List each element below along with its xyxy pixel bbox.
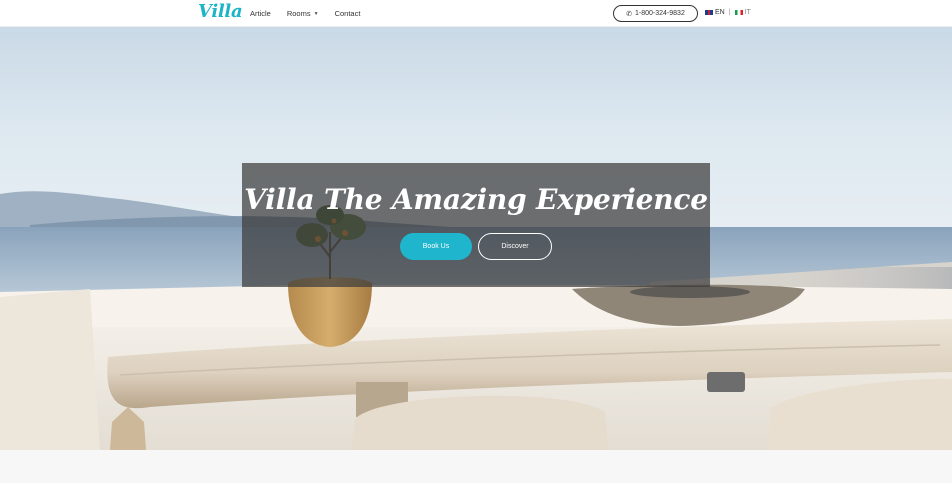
hero-section: Villa The Amazing Experience Book Us Dis… (0, 27, 952, 450)
menu-item-label: Rooms (286, 9, 311, 18)
phone-icon: ✆ (626, 10, 633, 18)
menu-item-label: Article (250, 9, 271, 18)
language-en[interactable]: EN (705, 9, 725, 16)
content-section-start (0, 450, 952, 483)
language-separator: | (728, 9, 731, 16)
language-switcher: EN | IT (705, 9, 751, 16)
menu-item-contact[interactable]: Contact (335, 9, 361, 18)
hero-overlay-box: Villa The Amazing Experience Book Us Dis… (242, 163, 710, 287)
language-label: IT (744, 9, 751, 16)
italy-flag-icon (734, 9, 743, 15)
discover-button[interactable]: Discover (478, 233, 552, 260)
phone-number: 1-800-324-9832 (635, 10, 685, 17)
phone-button[interactable]: ✆ 1-800-324-9832 (613, 5, 698, 22)
menu-item-label: Contact (334, 9, 361, 18)
main-menu: Article Rooms ▼ Contact (250, 9, 360, 18)
top-navbar: Villa Article Rooms ▼ Contact ✆ 1-800-32… (0, 0, 952, 27)
menu-item-rooms[interactable]: Rooms ▼ (287, 9, 319, 18)
uk-flag-icon (705, 9, 713, 15)
book-us-button[interactable]: Book Us (400, 233, 472, 260)
language-label: EN (715, 9, 725, 16)
hero-headline: Villa The Amazing Experience (244, 183, 708, 216)
caret-down-icon: ▼ (313, 10, 319, 17)
menu-item-article[interactable]: Article (250, 9, 271, 18)
language-it[interactable]: IT (734, 9, 751, 16)
site-logo[interactable]: Villa (198, 1, 243, 22)
